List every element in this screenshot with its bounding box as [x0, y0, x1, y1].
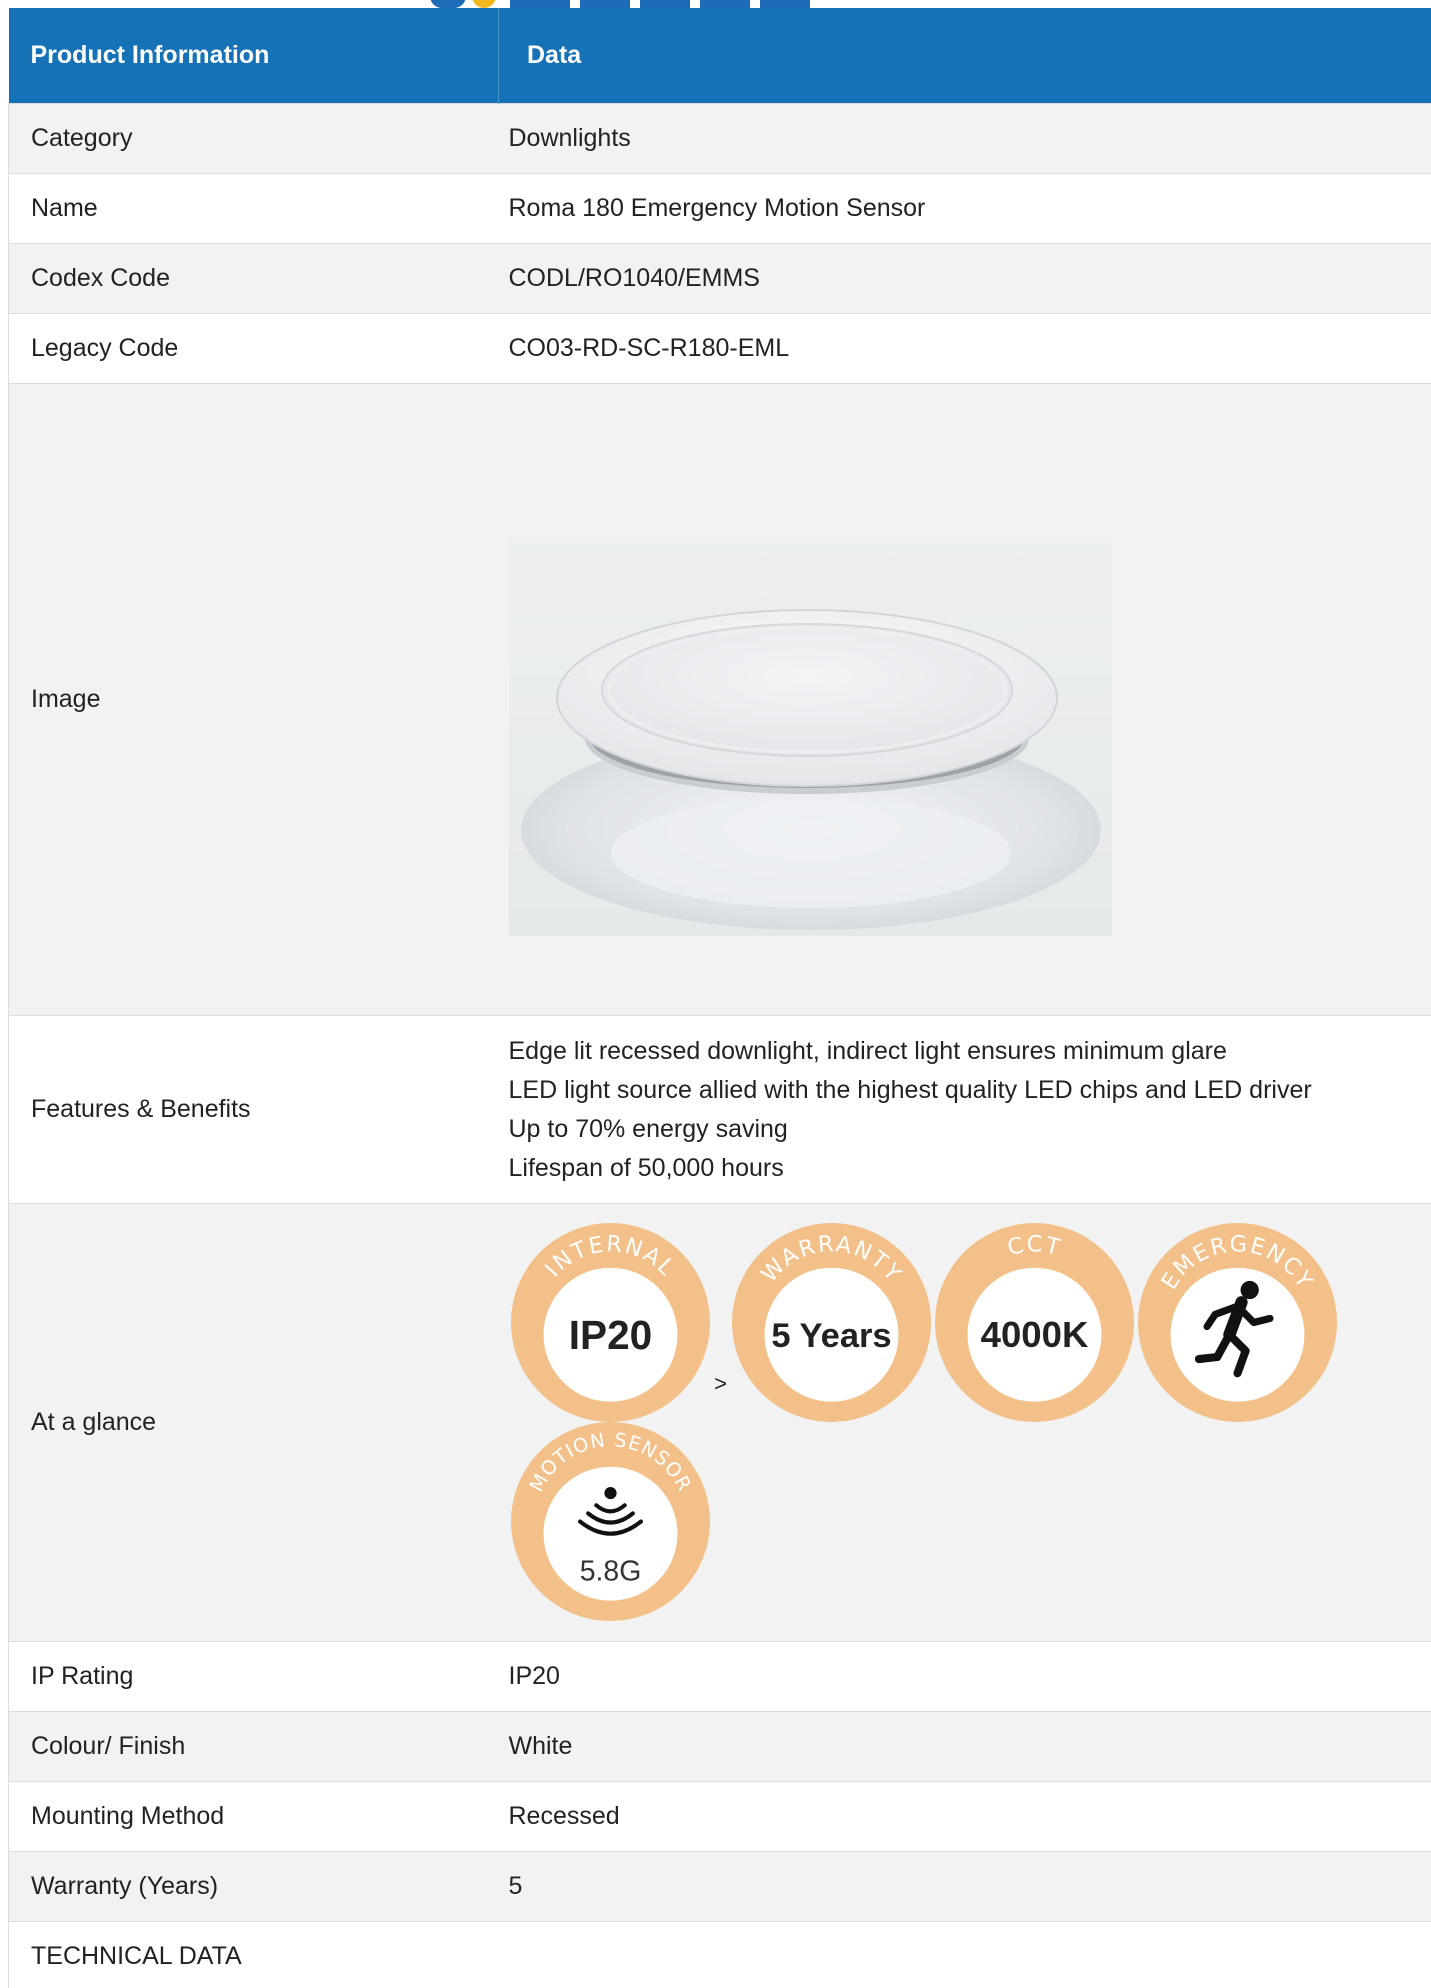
row-value: IP20	[498, 1641, 1431, 1712]
badge-row: INTERNAL IP20 > WARRANTY 5 Years CCT 400…	[509, 1221, 1431, 1424]
product-spec-page: Product Information Data Category Downli…	[0, 0, 1431, 1988]
table-row-features: Features & Benefits Edge lit recessed do…	[8, 1015, 1431, 1204]
row-label: Name	[8, 173, 499, 244]
motion-sensor-icon: MOTION SENSOR 5.8G	[510, 1421, 710, 1621]
row-value-features: Edge lit recessed downlight, indirect li…	[498, 1015, 1431, 1204]
row-label: Colour/ Finish	[8, 1711, 499, 1782]
warranty-icon: WARRANTY 5 Years	[731, 1222, 931, 1422]
table-row-colour-finish: Colour/ Finish White	[8, 1711, 1431, 1782]
badge-separator: >	[714, 1370, 727, 1396]
row-value: Downlights	[498, 103, 1431, 174]
feature-line: Edge lit recessed downlight, indirect li…	[508, 1036, 1227, 1065]
table-row-technical-data: TECHNICAL DATA	[8, 1921, 1431, 1988]
section-heading-technical-data: TECHNICAL DATA	[8, 1921, 1431, 1988]
badge-value: 5.8G	[579, 1555, 641, 1587]
badge-arc-label: CCT	[1004, 1231, 1062, 1261]
table-row-at-a-glance: At a glance INTERNAL IP20 > WARRANTY 5 Y…	[8, 1203, 1431, 1642]
row-label: Features & Benefits	[8, 1015, 499, 1204]
table-row-codex-code: Codex Code CODL/RO1040/EMMS	[8, 243, 1431, 314]
row-label: Warranty (Years)	[8, 1851, 499, 1922]
cct-icon: CCT 4000K	[934, 1222, 1134, 1422]
row-value: 5	[498, 1851, 1431, 1922]
badge-value: 4000K	[980, 1313, 1088, 1354]
row-label: Image	[8, 383, 499, 1016]
table-row-ip-rating: IP Rating IP20	[8, 1641, 1431, 1712]
badge-value: 5 Years	[771, 1316, 891, 1354]
table-row-legacy-code: Legacy Code CO03-RD-SC-R180-EML	[8, 313, 1431, 384]
feature-line: Up to 70% energy saving	[508, 1114, 788, 1143]
row-value-at-a-glance: INTERNAL IP20 > WARRANTY 5 Years CCT 400…	[498, 1203, 1431, 1642]
table-header-row: Product Information Data	[8, 8, 1431, 104]
emergency-exit-running-man-icon: EMERGENCY	[1137, 1222, 1337, 1422]
row-label: Codex Code	[8, 243, 499, 314]
badge-row: MOTION SENSOR 5.8G	[509, 1420, 1431, 1623]
svg-text:CCT: CCT	[1004, 1231, 1064, 1261]
header-product-information: Product Information	[8, 8, 499, 104]
ip-rating-icon: INTERNAL IP20	[510, 1222, 710, 1422]
table-row-warranty: Warranty (Years) 5	[8, 1851, 1431, 1922]
row-label: Mounting Method	[8, 1781, 499, 1852]
product-image-downlight	[508, 398, 1112, 936]
table-row-category: Category Downlights	[8, 103, 1431, 174]
header-data: Data	[498, 8, 1431, 104]
row-label: Legacy Code	[8, 313, 499, 384]
row-label: IP Rating	[8, 1641, 499, 1712]
badge-value: IP20	[568, 1311, 651, 1357]
row-label: At a glance	[8, 1203, 499, 1642]
row-value-image	[498, 383, 1431, 1016]
table-row-name: Name Roma 180 Emergency Motion Sensor	[8, 173, 1431, 244]
feature-line: Lifespan of 50,000 hours	[508, 1153, 784, 1182]
feature-line: LED light source allied with the highest…	[508, 1075, 1312, 1104]
row-value: Roma 180 Emergency Motion Sensor	[498, 173, 1431, 244]
table-row-mounting-method: Mounting Method Recessed	[8, 1781, 1431, 1852]
row-label: Category	[8, 103, 499, 174]
row-value: White	[498, 1711, 1431, 1782]
row-value: Recessed	[498, 1781, 1431, 1852]
table-row-image: Image	[8, 383, 1431, 1016]
glance-badges: INTERNAL IP20 > WARRANTY 5 Years CCT 400…	[509, 1217, 1431, 1629]
row-value: CO03-RD-SC-R180-EML	[498, 313, 1431, 384]
product-spec-table: Product Information Data Category Downli…	[8, 8, 1431, 1988]
row-value: CODL/RO1040/EMMS	[498, 243, 1431, 314]
